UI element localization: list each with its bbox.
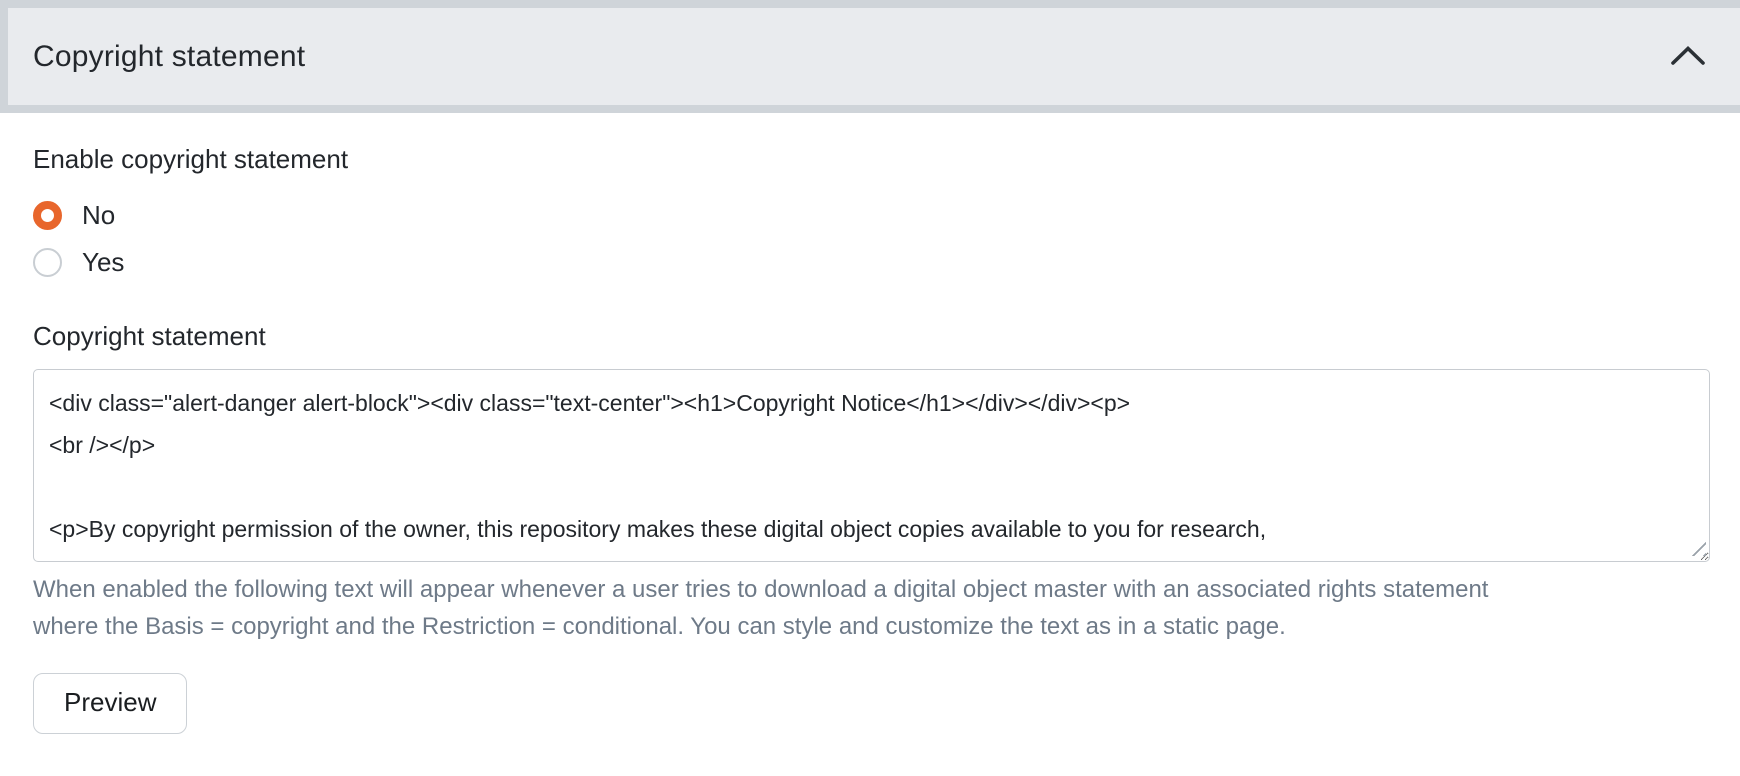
radio-yes-label[interactable]: Yes (82, 247, 124, 278)
section-content: Enable copyright statement No Yes Copyri… (0, 113, 1740, 734)
section-gap-top (0, 0, 1740, 8)
section-divider (0, 105, 1740, 113)
settings-page: Copyright statement Enable copyright sta… (0, 0, 1740, 776)
copyright-statement-label: Copyright statement (33, 321, 1710, 352)
section-title: Copyright statement (33, 40, 305, 74)
collapse-section-button[interactable] (1664, 33, 1712, 81)
chevron-up-icon (1670, 44, 1706, 70)
preview-button[interactable]: Preview (33, 673, 187, 734)
copyright-statement-textarea[interactable]: <div class="alert-danger alert-block"><d… (33, 369, 1710, 562)
radio-yes[interactable] (33, 248, 62, 277)
help-text-line-1: When enabled the following text will app… (33, 571, 1710, 608)
section-gap-left (0, 8, 8, 105)
enable-copyright-statement-label: Enable copyright statement (33, 144, 1710, 175)
copyright-statement-section-header[interactable]: Copyright statement (8, 8, 1740, 105)
radio-no-label[interactable]: No (82, 200, 115, 231)
copyright-statement-help-text: When enabled the following text will app… (33, 571, 1710, 645)
radio-row-yes[interactable]: Yes (33, 246, 1710, 279)
copyright-statement-textarea-wrap: <div class="alert-danger alert-block"><d… (33, 369, 1710, 562)
help-text-line-2: where the Basis = copyright and the Rest… (33, 608, 1710, 645)
accordion-header-row: Copyright statement (0, 8, 1740, 105)
radio-no[interactable] (33, 201, 62, 230)
radio-row-no[interactable]: No (33, 199, 1710, 232)
